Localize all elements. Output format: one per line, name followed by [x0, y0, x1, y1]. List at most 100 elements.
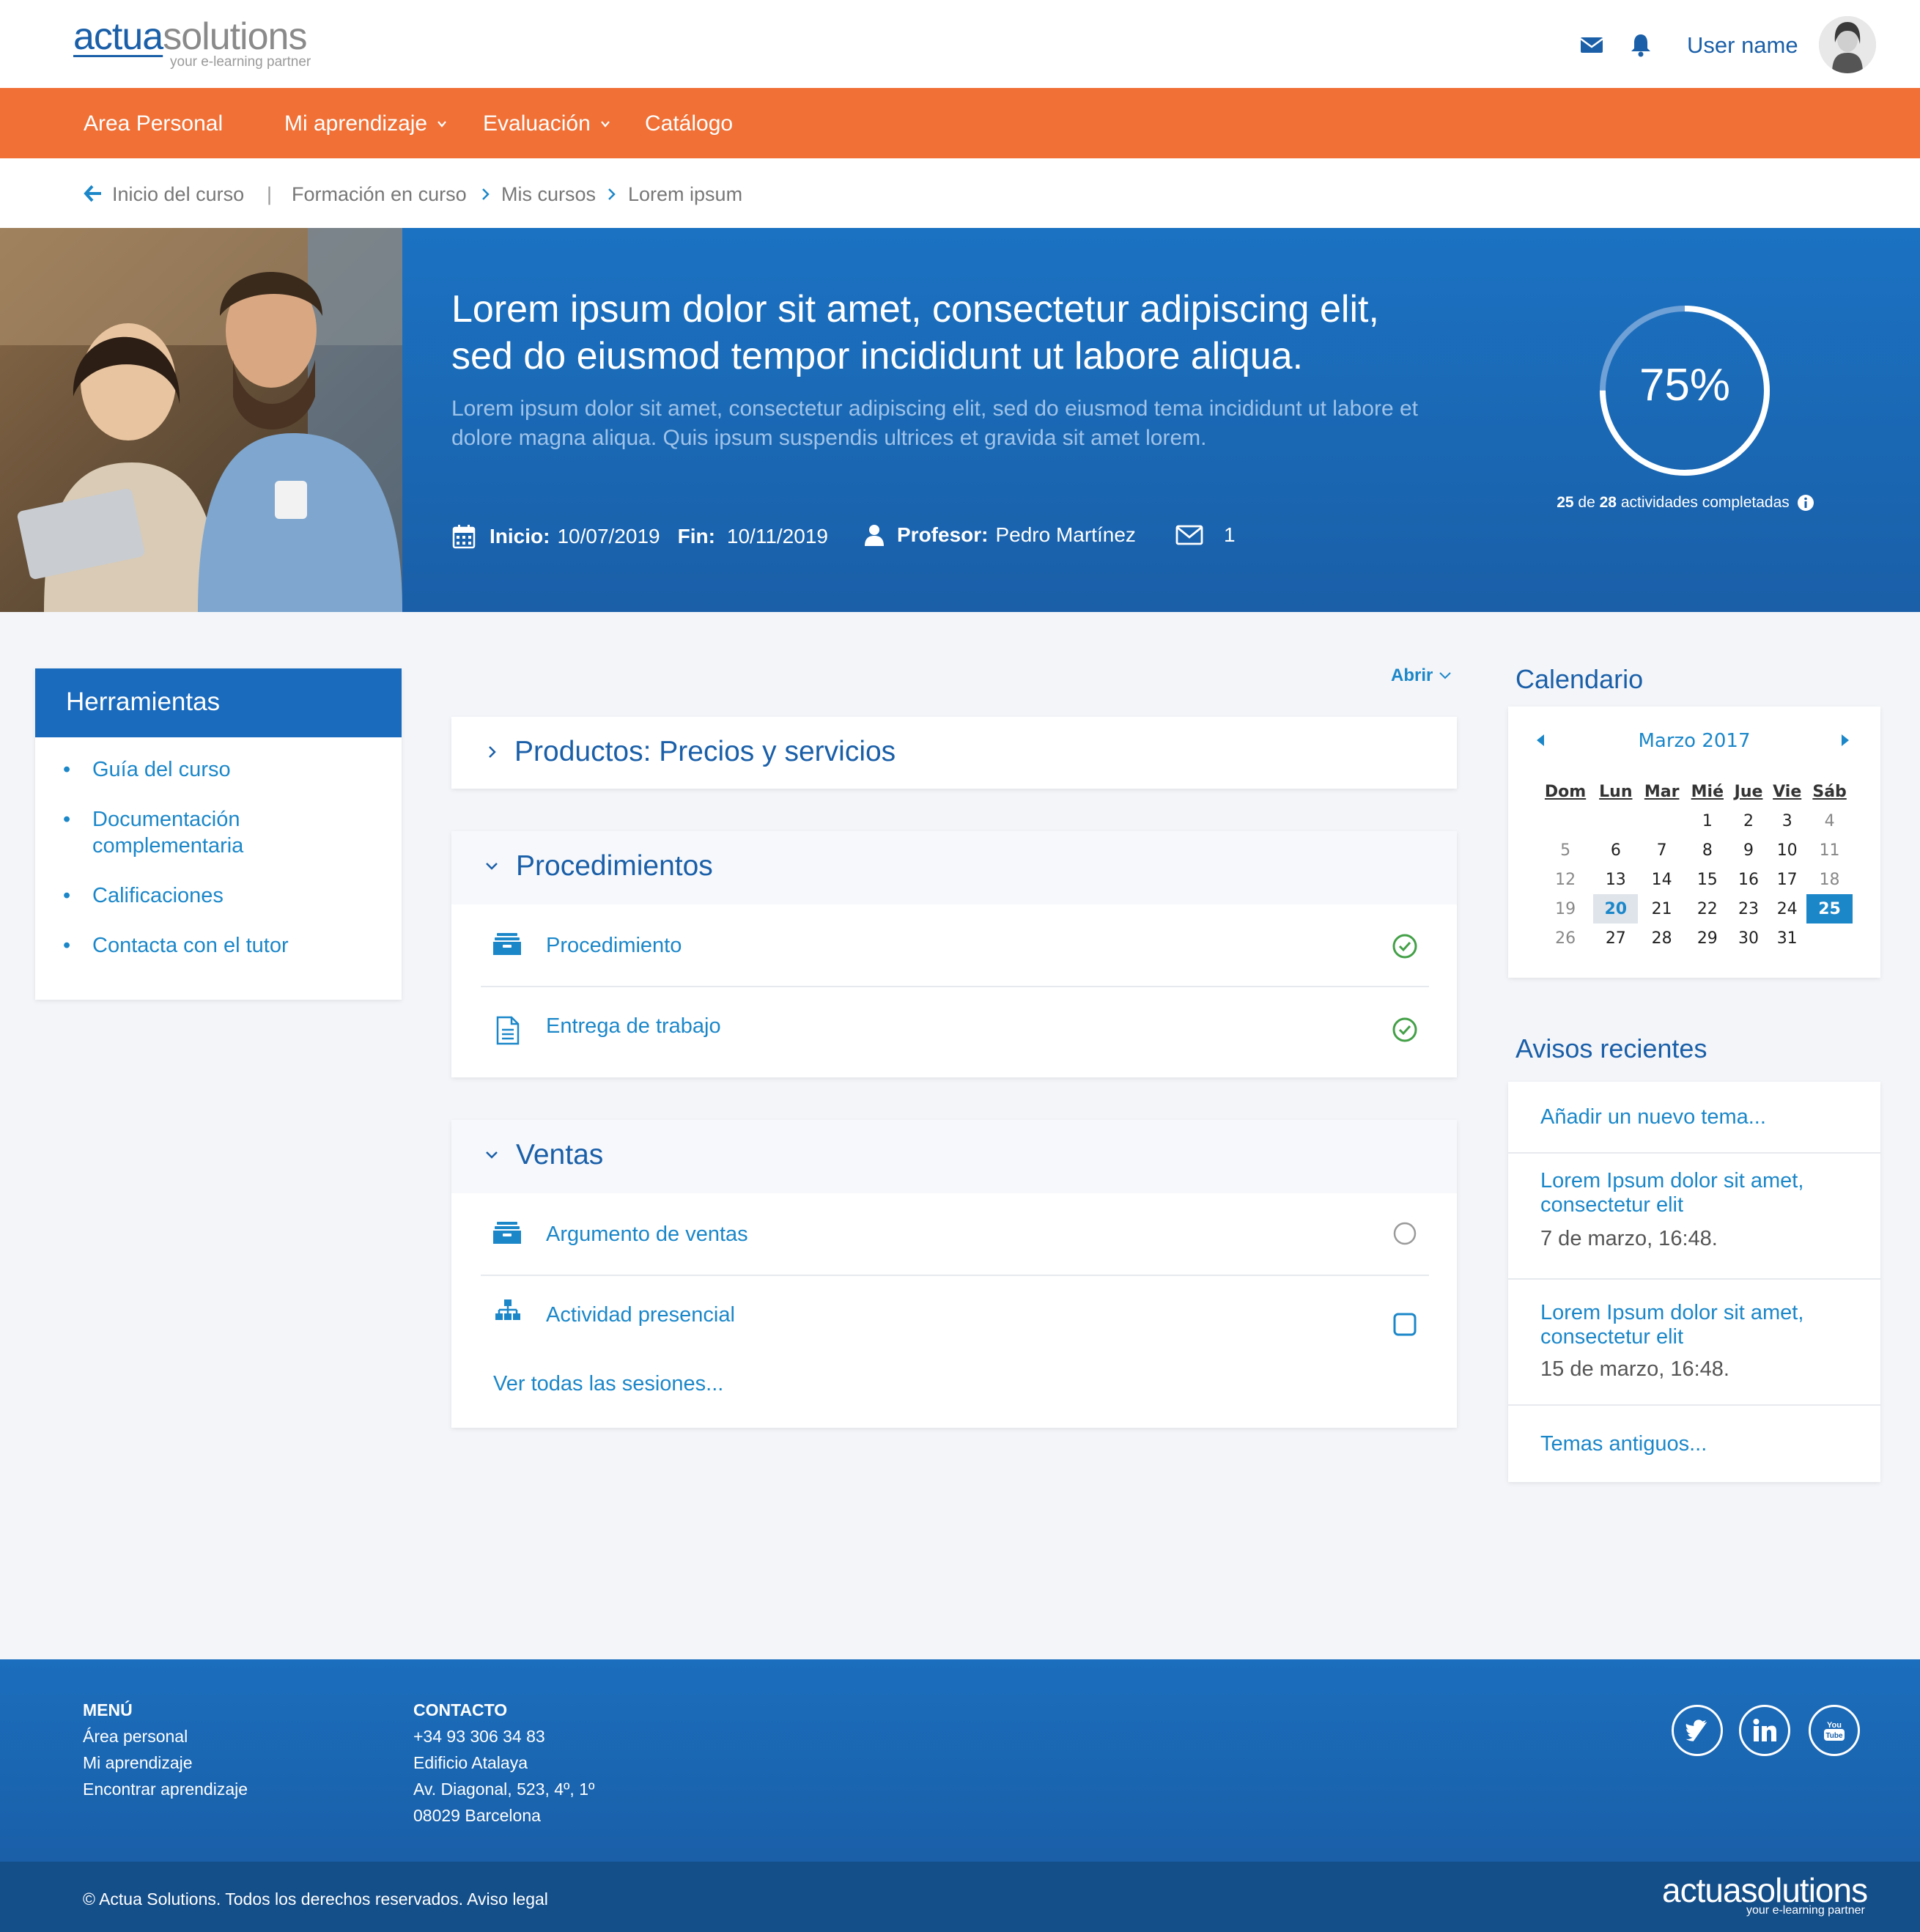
- notices-title: Avisos recientes: [1515, 1033, 1707, 1063]
- info-icon[interactable]: [1797, 494, 1814, 512]
- calendar-day[interactable]: 7: [1638, 836, 1685, 865]
- next-month-icon[interactable]: [1839, 733, 1851, 751]
- tools-list: Guía del curso Documentación complementa…: [63, 756, 385, 982]
- calendar-title: Calendario: [1515, 664, 1644, 694]
- calendar-day[interactable]: 2: [1729, 806, 1768, 836]
- notice-link[interactable]: Lorem Ipsum dolor sit amet, consectetur …: [1540, 1301, 1863, 1349]
- calendar-day[interactable]: 23: [1729, 894, 1768, 923]
- nav-evaluacion[interactable]: Evaluación: [483, 111, 611, 136]
- calendar-day[interactable]: 31: [1768, 923, 1806, 953]
- youtube-icon[interactable]: You Tube: [1809, 1705, 1860, 1756]
- calendar-day[interactable]: 29: [1685, 923, 1729, 953]
- bell-icon[interactable]: [1628, 32, 1653, 57]
- empty-circle-icon: [1392, 1221, 1417, 1250]
- footer-logo-tagline: your e-learning partner: [1746, 1904, 1865, 1917]
- calendar-day[interactable]: 5: [1537, 836, 1593, 865]
- calendar-day[interactable]: 28: [1638, 923, 1685, 953]
- calendar-day[interactable]: 15: [1685, 865, 1729, 894]
- logo-tagline: your e-learning partner: [170, 54, 311, 70]
- breadcrumb-item[interactable]: Mis cursos: [501, 183, 596, 206]
- section-title[interactable]: Ventas: [484, 1139, 603, 1171]
- calendar-day[interactable]: 12: [1537, 865, 1593, 894]
- footer-link[interactable]: Mi aprendizaje: [83, 1750, 248, 1776]
- footer: [0, 1659, 1920, 1862]
- tools-title: Herramientas: [35, 668, 402, 737]
- footer-link[interactable]: Encontrar aprendizaje: [83, 1776, 248, 1802]
- weekday-header: Sáb: [1812, 782, 1847, 801]
- chevron-down-icon: [1439, 672, 1452, 679]
- mail-icon[interactable]: [1579, 32, 1604, 57]
- chevron-down-icon: [437, 121, 446, 128]
- logo[interactable]: actuasolutions: [73, 16, 307, 57]
- calendar-day[interactable]: 30: [1729, 923, 1768, 953]
- user-icon: [865, 525, 884, 546]
- older-topics-link[interactable]: Temas antiguos...: [1540, 1432, 1707, 1456]
- expand-all-button[interactable]: Abrir: [1391, 665, 1452, 686]
- svg-text:You: You: [1827, 1721, 1842, 1730]
- breadcrumb-back[interactable]: Inicio del curso: [112, 183, 244, 206]
- weekday-header: Dom: [1544, 782, 1587, 801]
- calendar-empty: [1537, 806, 1593, 836]
- calendar-day[interactable]: 20: [1593, 894, 1639, 923]
- calendar-day[interactable]: 13: [1593, 865, 1638, 894]
- add-topic-link[interactable]: Añadir un nuevo tema...: [1540, 1105, 1766, 1129]
- footer-link[interactable]: Área personal: [83, 1723, 248, 1750]
- calendar-day[interactable]: 22: [1685, 894, 1729, 923]
- avatar[interactable]: [1819, 16, 1876, 73]
- calendar-day[interactable]: 26: [1537, 923, 1593, 953]
- course-teacher: Profesor: Pedro Martínez: [863, 523, 1136, 547]
- activity-link[interactable]: Argumento de ventas: [546, 1223, 748, 1247]
- notice-date: 15 de marzo, 16:48.: [1540, 1357, 1729, 1381]
- course-dates: Inicio: 10/07/2019 Fin: 10/11/2019: [451, 523, 828, 550]
- username[interactable]: User name: [1687, 32, 1798, 59]
- svg-text:Tube: Tube: [1825, 1732, 1843, 1740]
- calendar-day[interactable]: 14: [1638, 865, 1685, 894]
- nav-area-personal[interactable]: Area Personal: [84, 111, 223, 136]
- activity-link[interactable]: Actividad presencial: [546, 1303, 735, 1327]
- footer-menu-title: MENÚ: [83, 1700, 133, 1719]
- tool-guia[interactable]: Guía del curso: [63, 756, 385, 783]
- calendar-day[interactable]: 10: [1768, 836, 1806, 865]
- weekday-header: Mié: [1691, 782, 1724, 801]
- check-circle-icon: [1392, 934, 1417, 962]
- envelope-icon: [1175, 525, 1203, 545]
- calendar-grid: Dom Lun Mar Mié Jue Vie Sáb 1 2 3 4 5 6 7 8 9 10 11 12 13 1…: [1537, 777, 1853, 953]
- notice-link[interactable]: Lorem Ipsum dolor sit amet, consectetur …: [1540, 1169, 1863, 1217]
- checkbox-icon[interactable]: [1392, 1312, 1417, 1341]
- calendar-icon: [452, 525, 476, 549]
- tool-documentacion[interactable]: Documentación complementaria: [63, 806, 268, 859]
- calendar-day[interactable]: 18: [1806, 865, 1853, 894]
- chevron-right-icon: [481, 187, 491, 205]
- section-title[interactable]: Procedimientos: [484, 850, 713, 882]
- inbox-icon: [492, 932, 522, 959]
- linkedin-icon[interactable]: [1739, 1705, 1790, 1756]
- calendar-day[interactable]: 9: [1729, 836, 1768, 865]
- calendar-day[interactable]: 19: [1537, 894, 1593, 923]
- calendar-day[interactable]: 25: [1806, 894, 1853, 923]
- calendar-day[interactable]: 27: [1593, 923, 1638, 953]
- activity-link[interactable]: Entrega de trabajo: [546, 1014, 721, 1039]
- twitter-icon[interactable]: [1672, 1705, 1723, 1756]
- calendar-day[interactable]: 1: [1685, 806, 1729, 836]
- calendar-day[interactable]: 8: [1685, 836, 1729, 865]
- course-messages[interactable]: 1: [1175, 523, 1236, 547]
- back-arrow-icon[interactable]: [84, 184, 103, 207]
- calendar-day[interactable]: 17: [1768, 865, 1806, 894]
- copyright[interactable]: © Actua Solutions. Todos los derechos re…: [83, 1889, 548, 1909]
- breadcrumb-item[interactable]: Formación en curso: [292, 183, 467, 206]
- calendar-day[interactable]: 21: [1638, 894, 1685, 923]
- see-all-sessions-link[interactable]: Ver todas las sesiones...: [493, 1372, 723, 1396]
- section-title[interactable]: Productos: Precios y servicios: [487, 736, 896, 768]
- nav-mi-aprendizaje[interactable]: Mi aprendizaje: [284, 111, 448, 136]
- calendar-day[interactable]: 4: [1806, 806, 1853, 836]
- nav-catalogo[interactable]: Catálogo: [645, 111, 733, 136]
- tool-contacta-tutor[interactable]: Contacta con el tutor: [63, 932, 385, 959]
- calendar-day[interactable]: 6: [1593, 836, 1638, 865]
- tool-calificaciones[interactable]: Calificaciones: [63, 882, 385, 909]
- calendar-day[interactable]: 11: [1806, 836, 1853, 865]
- activity-link[interactable]: Procedimiento: [546, 934, 682, 958]
- chevron-down-icon: [600, 121, 610, 128]
- calendar-day[interactable]: 24: [1768, 894, 1806, 923]
- calendar-day[interactable]: 3: [1768, 806, 1806, 836]
- calendar-day[interactable]: 16: [1729, 865, 1768, 894]
